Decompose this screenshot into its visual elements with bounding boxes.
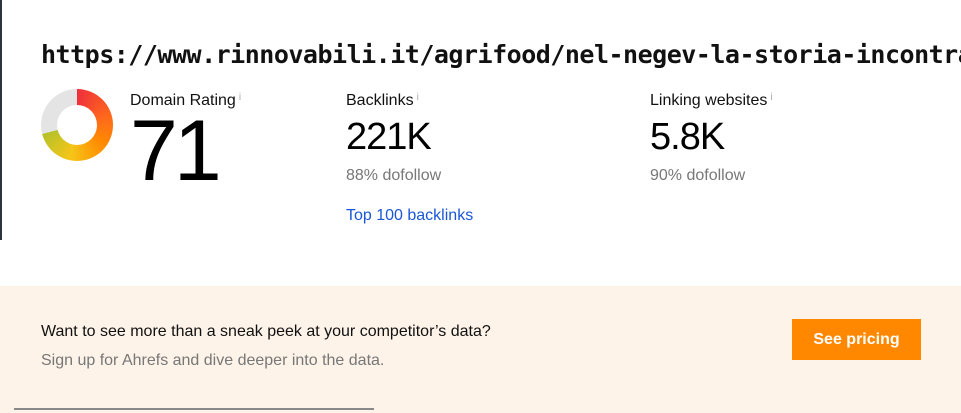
banner-subtitle: Sign up for Ahrefs and dive deeper into …: [41, 352, 385, 369]
info-icon[interactable]: i: [770, 92, 772, 103]
backlinks-metric: Backlinks i 221K 88% dofollow Top 100 bac…: [346, 92, 473, 225]
backlinks-label: Backlinks: [346, 92, 414, 109]
info-icon[interactable]: i: [417, 92, 419, 103]
page-url: https://www.rinnovabili.it/agrifood/nel-…: [41, 40, 961, 69]
domain-rating-value: 71: [130, 103, 222, 199]
backlinks-dofollow: 88% dofollow: [346, 167, 442, 184]
info-icon[interactable]: i: [239, 92, 241, 103]
horizontal-scrollbar[interactable]: [14, 408, 374, 410]
banner-title: Want to see more than a sneak peek at yo…: [41, 323, 491, 340]
domain-rating-metric: Domain Rating i 71: [130, 92, 241, 199]
domain-rating-gauge: [41, 89, 113, 161]
linking-websites-dofollow: 90% dofollow: [650, 167, 746, 184]
top-backlinks-link[interactable]: Top 100 backlinks: [346, 207, 473, 225]
linking-websites-label: Linking websites: [650, 92, 768, 109]
linking-websites-value: 5.8K: [650, 116, 725, 158]
see-pricing-button[interactable]: See pricing: [792, 319, 921, 360]
backlinks-value: 221K: [346, 116, 432, 158]
linking-websites-metric: Linking websites i 5.8K 90% dofollow: [650, 92, 773, 185]
window-edge: [0, 0, 2, 240]
signup-banner: Want to see more than a sneak peek at yo…: [0, 286, 961, 413]
